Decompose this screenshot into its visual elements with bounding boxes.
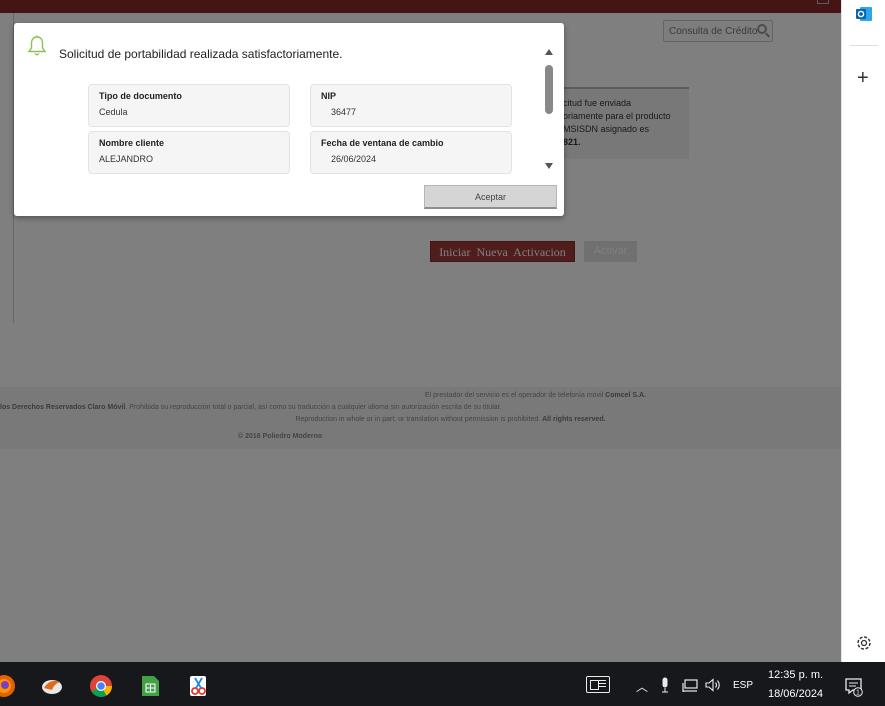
clock-date[interactable]: 18/06/2024 xyxy=(768,688,823,700)
network-icon[interactable] xyxy=(682,679,698,693)
volume-icon[interactable] xyxy=(705,678,723,692)
notification-count: 1 xyxy=(856,690,860,697)
field-label: NIP xyxy=(321,91,337,101)
field-value: 36477 xyxy=(331,107,357,117)
accept-button[interactable]: Aceptar xyxy=(424,185,557,209)
news-widget-icon[interactable] xyxy=(586,676,610,693)
bell-icon xyxy=(27,35,47,56)
add-icon[interactable]: + xyxy=(857,68,869,88)
document-type-field: Tipo de documento Cedula xyxy=(88,84,290,127)
change-window-date-field: Fecha de ventana de cambio 26/06/2024 xyxy=(310,131,512,174)
field-label: Fecha de ventana de cambio xyxy=(321,138,444,148)
dialog-title: Solicitud de portabilidad realizada sati… xyxy=(59,47,343,61)
scroll-up-arrow-icon[interactable] xyxy=(545,49,553,55)
language-indicator[interactable]: ESP xyxy=(733,680,753,691)
chrome-icon[interactable] xyxy=(89,674,113,698)
clock-time[interactable]: 12:35 p. m. xyxy=(768,669,823,681)
portability-success-dialog: Solicitud de portabilidad realizada sati… xyxy=(14,23,564,216)
field-value: ALEJANDRO xyxy=(99,154,154,164)
field-value: 26/06/2024 xyxy=(331,154,377,164)
scroll-down-arrow-icon[interactable] xyxy=(545,163,553,169)
outlook-icon[interactable] xyxy=(856,5,872,23)
sidebar-divider xyxy=(850,45,878,46)
notifications-icon[interactable]: 1 xyxy=(845,677,863,697)
fox-app-icon[interactable] xyxy=(40,674,64,698)
browser-page: Consulta de Crédito citud fue enviada or… xyxy=(0,0,841,662)
nip-field: NIP 36477 xyxy=(310,84,512,127)
gear-icon[interactable] xyxy=(854,633,874,653)
dialog-scrollbar[interactable] xyxy=(542,48,556,173)
client-name-field: Nombre cliente ALEJANDRO xyxy=(88,131,290,174)
dialog-fields: Tipo de documento Cedula NIP 36477 Nombr… xyxy=(14,73,544,198)
chevron-up-icon[interactable]: ︿ xyxy=(636,678,648,695)
snipping-tool-icon[interactable] xyxy=(187,674,211,698)
field-value: Cedula xyxy=(99,107,128,117)
field-label: Nombre cliente xyxy=(99,138,165,148)
spreadsheet-icon[interactable] xyxy=(138,674,162,698)
scrollbar-thumb[interactable] xyxy=(545,65,553,114)
browser-sidebar: + xyxy=(841,0,885,662)
microphone-icon[interactable] xyxy=(660,677,670,693)
field-label: Tipo de documento xyxy=(99,91,182,101)
firefox-icon[interactable] xyxy=(0,674,16,698)
